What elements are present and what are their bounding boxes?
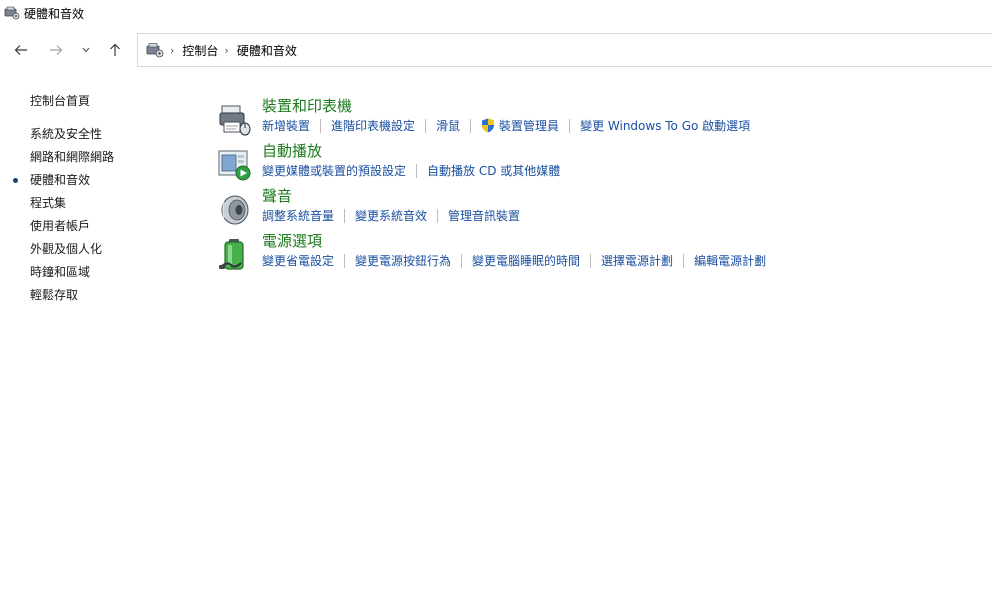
category-links: 新增裝置 進階印表機設定 滑鼠 裝置管理員 變更 Windows To Go 啟… [262, 117, 750, 134]
sidebar-item-appearance[interactable]: 外觀及個人化 [30, 238, 180, 261]
link-divider [590, 253, 592, 268]
link-change-battery-settings[interactable]: 變更省電設定 [262, 252, 334, 269]
forward-button[interactable] [43, 33, 69, 67]
link-divider [470, 118, 472, 133]
sidebar-item-network-internet[interactable]: 網路和網際網路 [30, 146, 180, 169]
up-arrow-icon [110, 43, 120, 56]
recent-locations-button[interactable] [74, 33, 98, 67]
category-title-autoplay[interactable]: 自動播放 [262, 140, 322, 161]
sidebar-item-hardware-sound[interactable]: 硬體和音效 [13, 169, 180, 192]
link-device-manager[interactable]: 裝置管理員 [481, 117, 559, 134]
link-divider [569, 118, 571, 133]
sidebar: 控制台首頁 系統及安全性 網路和網際網路 硬體和音效 程式集 使用者帳戶 外觀及… [13, 90, 180, 307]
uac-shield-icon [482, 118, 495, 133]
link-adjust-system-volume[interactable]: 調整系統音量 [262, 207, 334, 224]
breadcrumb-control-panel[interactable]: 控制台 [182, 42, 218, 59]
link-edit-power-plan[interactable]: 編輯電源計劃 [694, 252, 766, 269]
category-autoplay: 自動播放 變更媒體或裝置的預設設定 自動播放 CD 或其他媒體 [217, 140, 977, 185]
back-arrow-icon [14, 45, 27, 55]
breadcrumb-separator[interactable]: › [170, 44, 174, 57]
link-autoplay-cd[interactable]: 自動播放 CD 或其他媒體 [427, 162, 560, 179]
window-title: 硬體和音效 [24, 6, 85, 21]
navigation-bar: › 控制台 › 硬體和音效 [0, 33, 992, 67]
category-links: 調整系統音量 變更系統音效 管理音訊裝置 [262, 207, 520, 224]
link-device-manager-label[interactable]: 裝置管理員 [499, 117, 559, 134]
sidebar-item-programs[interactable]: 程式集 [30, 192, 180, 215]
link-divider [320, 118, 322, 133]
category-power-options: 電源選項 變更省電設定 變更電源按鈕行為 變更電腦睡眠的時間 選擇電源計劃 編輯… [217, 230, 977, 275]
category-links: 變更省電設定 變更電源按鈕行為 變更電腦睡眠的時間 選擇電源計劃 編輯電源計劃 [262, 252, 766, 269]
speaker-icon[interactable] [217, 192, 253, 228]
link-divider [416, 163, 418, 178]
link-mouse[interactable]: 滑鼠 [436, 117, 460, 134]
main-content: 裝置和印表機 新增裝置 進階印表機設定 滑鼠 裝置管理員 變更 Windows … [217, 95, 977, 275]
link-divider [437, 208, 439, 223]
forward-arrow-icon [50, 45, 63, 55]
breadcrumb-hardware-sound[interactable]: 硬體和音效 [237, 42, 297, 59]
breadcrumb-separator[interactable]: › [224, 44, 228, 57]
link-change-power-buttons[interactable]: 變更電源按鈕行為 [355, 252, 451, 269]
link-divider [683, 253, 685, 268]
link-divider [461, 253, 463, 268]
battery-icon[interactable] [217, 237, 253, 273]
sidebar-item-system-security[interactable]: 系統及安全性 [30, 123, 180, 146]
printer-icon[interactable] [217, 102, 253, 138]
category-links: 變更媒體或裝置的預設設定 自動播放 CD 或其他媒體 [262, 162, 560, 179]
category-sound: 聲音 調整系統音量 變更系統音效 管理音訊裝置 [217, 185, 977, 230]
category-title-sound[interactable]: 聲音 [262, 185, 292, 206]
link-change-system-sounds[interactable]: 變更系統音效 [355, 207, 427, 224]
chevron-down-icon [82, 47, 90, 53]
title-bar: 硬體和音效 [0, 0, 992, 26]
sidebar-item-control-panel-home[interactable]: 控制台首頁 [30, 90, 180, 113]
sidebar-item-ease-of-access[interactable]: 輕鬆存取 [30, 284, 180, 307]
sidebar-item-user-accounts[interactable]: 使用者帳戶 [30, 215, 180, 238]
address-bar[interactable]: › 控制台 › 硬體和音效 [137, 33, 992, 67]
sidebar-item-clock-region[interactable]: 時鐘和區域 [30, 261, 180, 284]
link-manage-audio-devices[interactable]: 管理音訊裝置 [448, 207, 520, 224]
link-choose-power-plan[interactable]: 選擇電源計劃 [601, 252, 673, 269]
autoplay-icon[interactable] [217, 147, 253, 183]
link-windows-to-go-startup[interactable]: 變更 Windows To Go 啟動選項 [580, 117, 750, 134]
category-devices-printers: 裝置和印表機 新增裝置 進階印表機設定 滑鼠 裝置管理員 變更 Windows … [217, 95, 977, 140]
link-divider [344, 208, 346, 223]
hardware-sound-icon [146, 42, 164, 58]
category-title-power-options[interactable]: 電源選項 [262, 230, 322, 251]
link-change-default-media-settings[interactable]: 變更媒體或裝置的預設設定 [262, 162, 406, 179]
link-divider [344, 253, 346, 268]
back-button[interactable] [8, 33, 34, 67]
up-button[interactable] [102, 33, 128, 67]
hardware-sound-icon [4, 6, 20, 20]
link-divider [425, 118, 427, 133]
link-change-sleep-time[interactable]: 變更電腦睡眠的時間 [472, 252, 580, 269]
link-add-device[interactable]: 新增裝置 [262, 117, 310, 134]
category-title-devices-printers[interactable]: 裝置和印表機 [262, 95, 352, 116]
link-advanced-printer-setup[interactable]: 進階印表機設定 [331, 117, 415, 134]
